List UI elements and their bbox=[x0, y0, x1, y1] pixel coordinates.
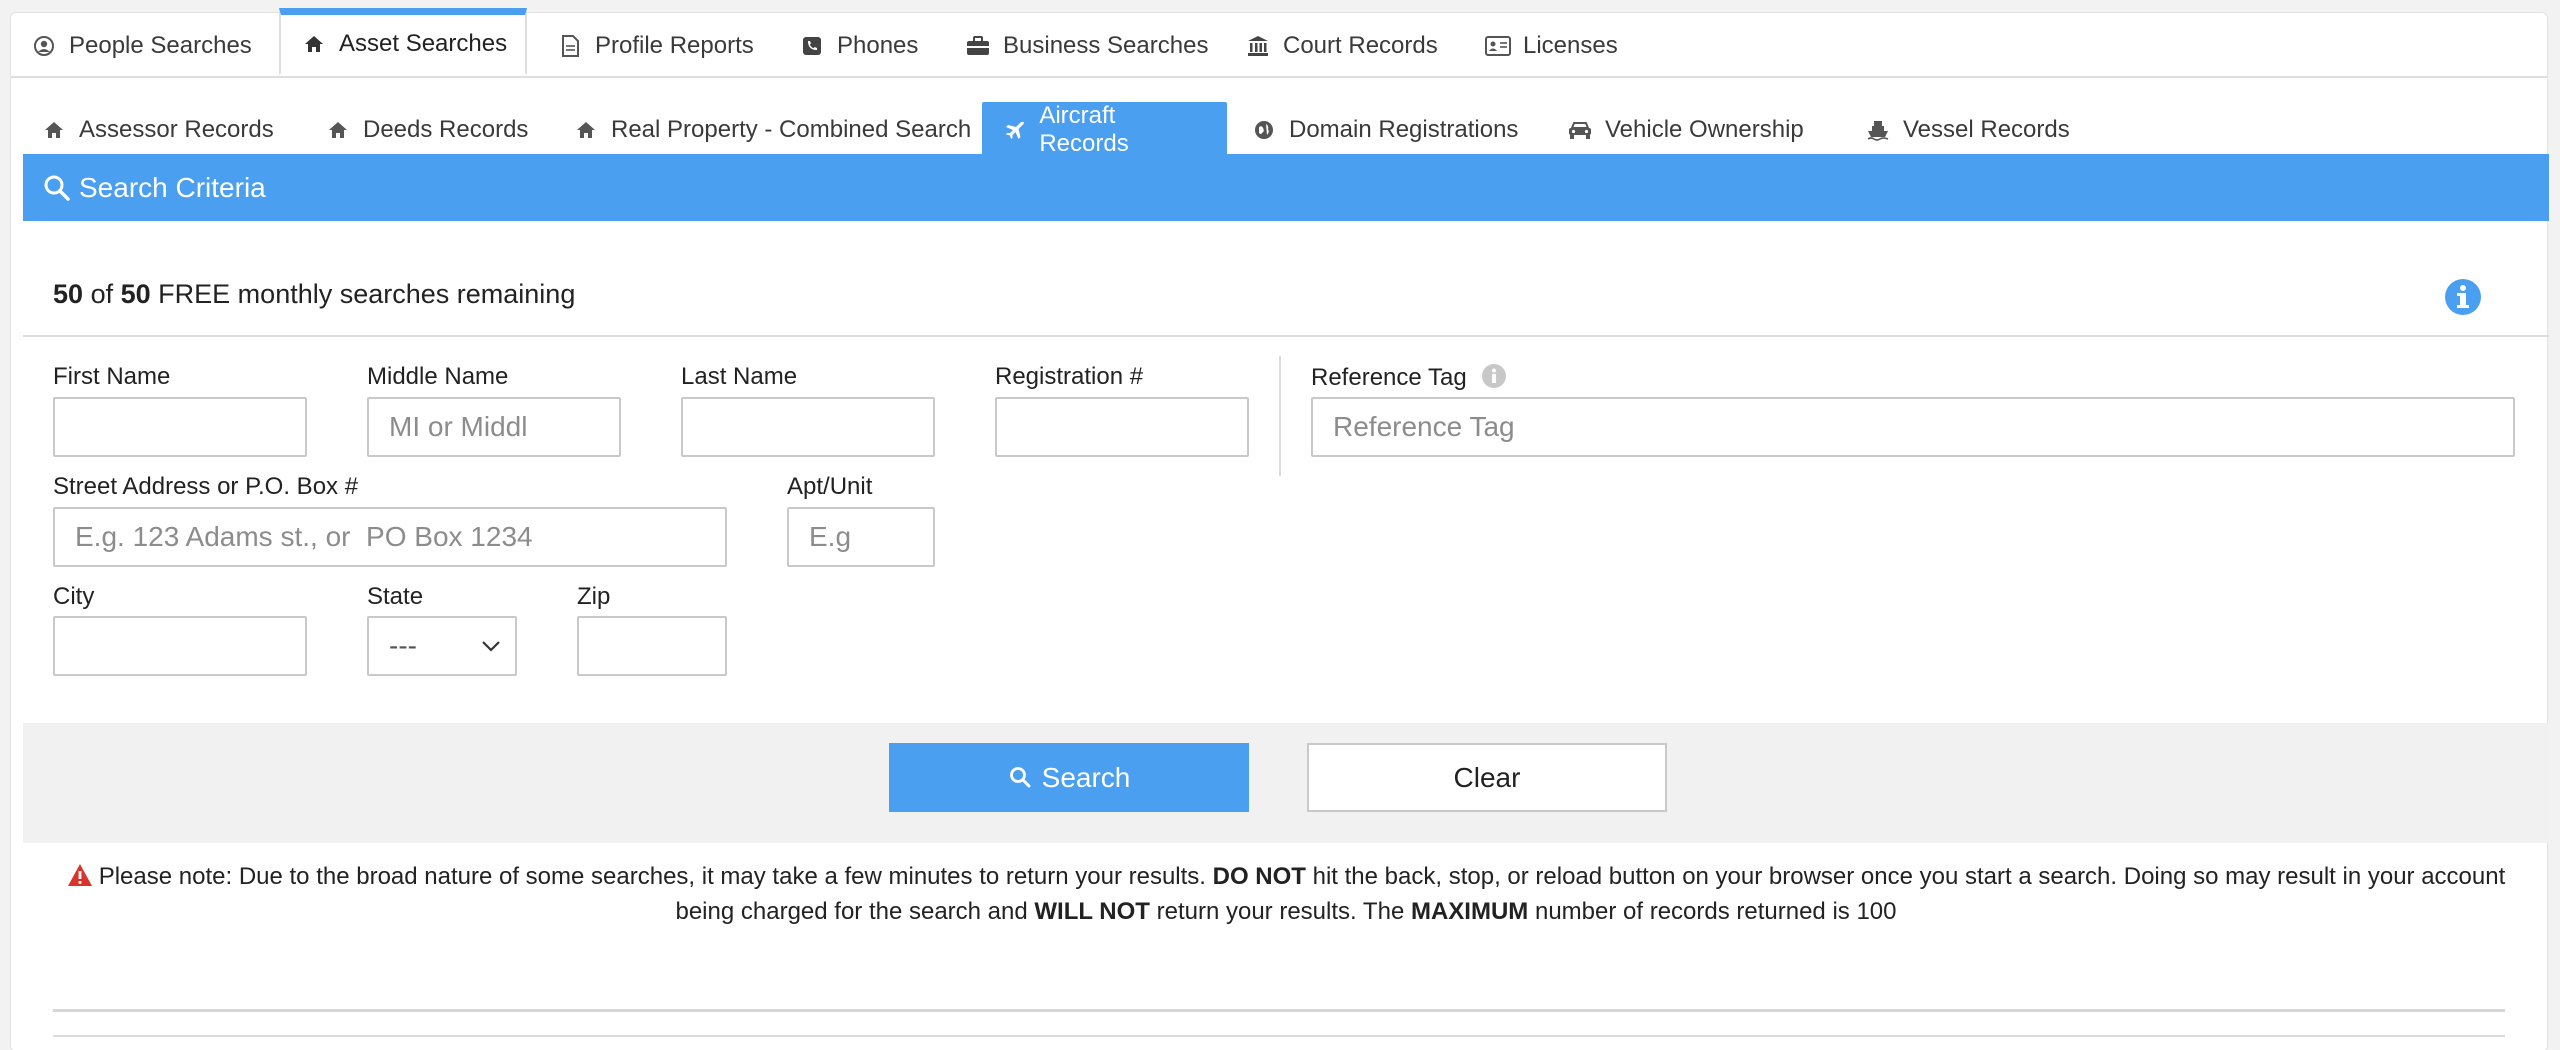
state-selected-value: --- bbox=[389, 630, 417, 661]
subtab-vessel-records[interactable]: Vessel Records bbox=[1843, 102, 2090, 157]
id-card-icon bbox=[1485, 33, 1511, 59]
subtab-assessor-records[interactable]: Assessor Records bbox=[19, 102, 294, 157]
first-name-input[interactable] bbox=[53, 397, 307, 457]
first-name-label: First Name bbox=[53, 363, 171, 390]
notice-bold-3: MAXIMUM bbox=[1410, 898, 1529, 925]
subtab-label: Deeds Records bbox=[363, 115, 529, 143]
user-circle-icon bbox=[31, 33, 57, 59]
city-input[interactable] bbox=[53, 616, 307, 676]
subtab-label: Vehicle Ownership bbox=[1605, 115, 1804, 143]
chevron-down-icon bbox=[482, 641, 500, 652]
subtab-aircraft-records[interactable]: Aircraft Records bbox=[982, 102, 1227, 157]
subtab-deeds-records[interactable]: Deeds Records bbox=[303, 102, 548, 157]
info-icon[interactable] bbox=[2443, 277, 2483, 317]
last-name-input[interactable] bbox=[681, 397, 935, 457]
notice-part-3: return your results. The bbox=[1156, 898, 1405, 925]
tab-label: People Searches bbox=[69, 31, 252, 59]
middle-name-label: Middle Name bbox=[367, 363, 509, 390]
tab-people-searches[interactable]: People Searches bbox=[11, 13, 273, 78]
main-tab-bar: People Searches Asset Searches Profile R… bbox=[11, 8, 2547, 78]
reference-tag-label: Reference Tag bbox=[1311, 363, 1507, 392]
tab-label: Licenses bbox=[1523, 31, 1618, 59]
courthouse-icon bbox=[1245, 33, 1271, 59]
tab-profile-reports[interactable]: Profile Reports bbox=[537, 13, 775, 78]
tab-business-searches[interactable]: Business Searches bbox=[945, 13, 1215, 78]
document-icon bbox=[557, 33, 583, 59]
globe-icon bbox=[1251, 117, 1277, 143]
middle-name-input[interactable] bbox=[367, 397, 621, 457]
free-searches-remaining: 50 of 50 FREE monthly searches remaining bbox=[53, 279, 575, 310]
ship-icon bbox=[1865, 117, 1891, 143]
phone-icon bbox=[799, 33, 825, 59]
clear-button-label: Clear bbox=[1453, 761, 1521, 793]
briefcase-icon bbox=[965, 33, 991, 59]
action-bar bbox=[23, 723, 2549, 843]
subtab-label: Aircraft Records bbox=[1039, 101, 1129, 157]
tab-asset-searches[interactable]: Asset Searches bbox=[279, 8, 527, 75]
remaining-total: 50 bbox=[120, 279, 151, 309]
home-icon bbox=[41, 117, 67, 143]
search-notice: Please note: Due to the broad nature of … bbox=[41, 859, 2531, 929]
tab-label: Asset Searches bbox=[339, 30, 508, 57]
search-icon bbox=[43, 173, 73, 203]
clear-button[interactable]: Clear bbox=[1307, 743, 1667, 812]
subtab-label: Assessor Records bbox=[79, 115, 274, 143]
remaining-of: of bbox=[90, 279, 114, 309]
subtab-label: Vessel Records bbox=[1903, 115, 2070, 143]
search-criteria-header: Search Criteria bbox=[23, 154, 2549, 221]
state-select[interactable]: --- bbox=[367, 616, 517, 676]
reference-tag-label-text: Reference Tag bbox=[1311, 364, 1467, 391]
state-label: State bbox=[367, 583, 424, 610]
street-address-label: Street Address or P.O. Box # bbox=[53, 473, 359, 500]
registration-input[interactable] bbox=[995, 397, 1249, 457]
car-icon bbox=[1567, 117, 1593, 143]
sub-tab-bar: Assessor Records Deeds Records Real Prop… bbox=[11, 78, 2547, 166]
subtab-label: Real Property - Combined Search bbox=[611, 115, 972, 143]
notice-part-4: number of records returned is 100 bbox=[1534, 898, 1897, 925]
notice-bold-1: DO NOT bbox=[1212, 863, 1306, 890]
registration-label: Registration # bbox=[995, 363, 1144, 390]
section-divider bbox=[23, 335, 2549, 337]
home-icon bbox=[325, 117, 351, 143]
notice-part-1: Please note: Due to the broad nature of … bbox=[98, 863, 1206, 890]
apt-unit-label: Apt/Unit bbox=[787, 473, 873, 500]
zip-label: Zip bbox=[577, 583, 611, 610]
subtab-vehicle-ownership[interactable]: Vehicle Ownership bbox=[1545, 102, 1824, 157]
tab-court-records[interactable]: Court Records bbox=[1225, 13, 1457, 78]
home-icon bbox=[301, 31, 327, 57]
subtab-label: Domain Registrations bbox=[1289, 115, 1519, 143]
subtab-real-property-combined[interactable]: Real Property - Combined Search bbox=[551, 102, 991, 157]
criteria-title: Search Criteria bbox=[79, 171, 266, 203]
tab-label: Profile Reports bbox=[595, 31, 754, 59]
search-icon bbox=[1008, 765, 1034, 791]
city-label: City bbox=[53, 583, 95, 610]
tab-licenses[interactable]: Licenses bbox=[1465, 13, 1645, 78]
plane-icon bbox=[1002, 117, 1027, 143]
warning-icon bbox=[67, 864, 92, 886]
tab-label: Court Records bbox=[1283, 31, 1438, 59]
search-button[interactable]: Search bbox=[889, 743, 1249, 812]
results-divider bbox=[53, 1009, 2505, 1012]
remaining-suffix: FREE monthly searches remaining bbox=[158, 279, 576, 309]
tab-label: Business Searches bbox=[1003, 31, 1209, 59]
notice-bold-2: WILL NOT bbox=[1034, 898, 1150, 925]
home-icon bbox=[573, 117, 599, 143]
tab-label: Phones bbox=[837, 31, 919, 59]
results-divider-bottom bbox=[53, 1035, 2505, 1037]
tab-phones[interactable]: Phones bbox=[779, 13, 939, 78]
apt-unit-input[interactable] bbox=[787, 507, 935, 567]
last-name-label: Last Name bbox=[681, 363, 798, 390]
remaining-count: 50 bbox=[53, 279, 84, 309]
subtab-domain-registrations[interactable]: Domain Registrations bbox=[1229, 102, 1538, 157]
help-info-icon[interactable] bbox=[1481, 363, 1507, 389]
street-address-input[interactable] bbox=[53, 507, 727, 567]
vertical-divider bbox=[1279, 356, 1281, 476]
search-panel: People Searches Asset Searches Profile R… bbox=[10, 8, 2549, 1050]
zip-input[interactable] bbox=[577, 616, 727, 676]
reference-tag-input[interactable] bbox=[1311, 397, 2515, 457]
search-button-label: Search bbox=[1041, 761, 1131, 793]
